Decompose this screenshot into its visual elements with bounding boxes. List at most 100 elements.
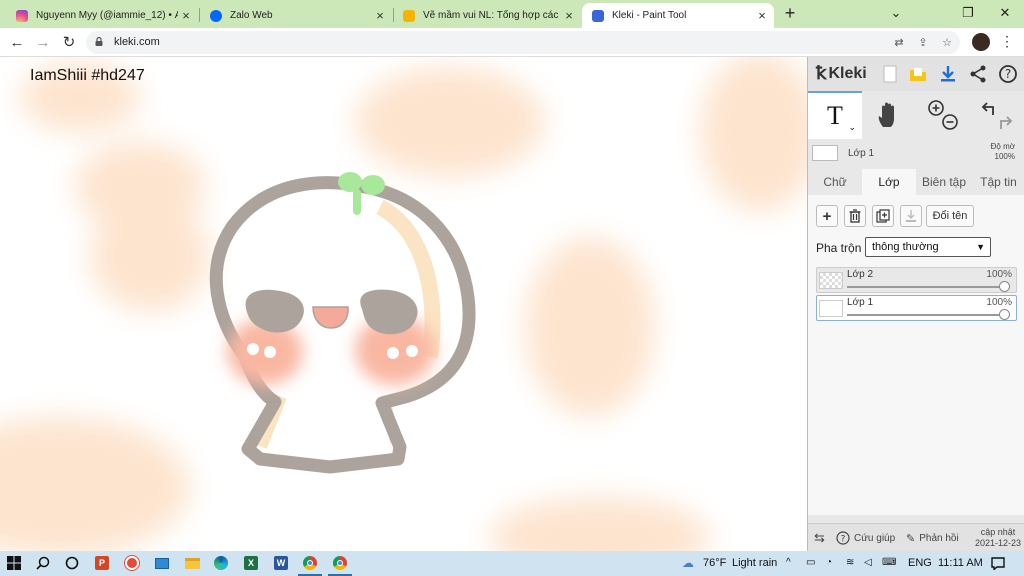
tab-layers[interactable]: Lớp (862, 169, 916, 195)
browser-tab-kleki[interactable]: Kleki - Paint Tool × (582, 3, 774, 28)
layer-name: Lớp 1 (847, 297, 874, 308)
profile-avatar[interactable] (972, 33, 990, 51)
browser-tab-zalo[interactable]: Zalo Web × (200, 3, 392, 28)
wifi-icon[interactable]: ≋ (846, 557, 854, 568)
translate-icon[interactable]: ⇄ (892, 36, 906, 50)
help-icon[interactable]: ? (998, 64, 1018, 84)
add-layer-button[interactable]: + (816, 205, 838, 227)
bookmark-star-icon[interactable]: ☆ (940, 36, 954, 50)
powerpoint-icon[interactable]: P (94, 555, 110, 571)
layer-item-2[interactable]: Lớp 2 100% (816, 267, 1017, 293)
windows-start-icon[interactable] (6, 555, 22, 571)
chevron-up-icon[interactable]: ^ (786, 557, 791, 568)
browser-tab-instagram[interactable]: Nguyenn Myy (@iammie_12) • Ả × (6, 3, 198, 28)
browser-menu-icon[interactable]: ⋮ (1000, 33, 1014, 50)
blob (525, 237, 655, 417)
update-date: 2021-12-23 (974, 538, 1021, 548)
address-bar[interactable]: kleki.com ⇄ ⇪ ☆ (86, 31, 960, 54)
chrome-icon[interactable] (302, 555, 318, 571)
clock-time[interactable]: 11:11 AM (938, 557, 983, 569)
restore-button[interactable]: ❐ (949, 0, 987, 28)
zoom-tool[interactable] (916, 91, 970, 139)
layer-opacity-slider[interactable] (847, 286, 1007, 288)
svg-text:?: ? (1005, 67, 1011, 81)
svg-text:?: ? (841, 535, 846, 545)
plus-icon: + (822, 207, 832, 225)
new-image-icon[interactable] (880, 64, 900, 84)
minimize-button[interactable]: ⌄ (877, 0, 915, 28)
slider-handle[interactable] (999, 309, 1010, 320)
undo-redo-tool[interactable] (970, 91, 1024, 139)
version-info[interactable]: cập nhật 2021-12-23 (975, 527, 1021, 549)
slider-handle[interactable] (999, 281, 1010, 292)
word-icon[interactable]: W (273, 555, 289, 571)
file-explorer-icon[interactable] (184, 555, 200, 571)
character (209, 172, 476, 474)
tab-title: Vẽ mầm vui NL: Tổng hợp các tra (423, 10, 561, 21)
undo-redo-icon (981, 102, 1013, 129)
text-tool[interactable]: T ⌄ (808, 91, 862, 139)
chrome-profile-icon[interactable] (332, 555, 348, 571)
layer-opacity-slider[interactable] (847, 314, 1007, 316)
duplicate-layer-button[interactable] (872, 205, 894, 227)
back-arrow-icon[interactable]: ← (6, 32, 28, 54)
weather-temperature[interactable]: 76°F (703, 557, 726, 569)
close-tab-icon[interactable]: × (178, 8, 194, 23)
layers-tab-body: + Đổi tên Pha trộn thông thường ▼ Lớp 2 … (808, 195, 1024, 515)
hand-icon (878, 102, 894, 127)
chevron-down-icon[interactable]: ⌄ (848, 122, 856, 133)
tab-text[interactable]: Chữ (808, 169, 862, 195)
blob (355, 67, 545, 177)
close-tab-icon[interactable]: × (754, 8, 770, 23)
current-layer-preview[interactable]: Lớp 1 Độ mờ 100% (808, 141, 1024, 167)
forward-arrow-icon[interactable]: → (32, 32, 54, 54)
hoc247-favicon-icon (403, 9, 415, 22)
zoom-in-out-icon (928, 100, 958, 130)
close-tab-icon[interactable]: × (372, 8, 388, 23)
drawing-canvas[interactable]: IamShiii #hd247 (0, 57, 807, 551)
delete-layer-button[interactable] (844, 205, 866, 227)
layer-opacity: 100% (986, 297, 1012, 308)
share-icon[interactable]: ⇪ (916, 36, 930, 50)
app-icon[interactable] (124, 555, 140, 571)
share-icon[interactable] (968, 64, 988, 84)
blend-mode-select[interactable]: thông thường ▼ (865, 237, 991, 257)
layer-thumbnail (819, 272, 843, 289)
browser-tab-hoc247[interactable]: Vẽ mầm vui NL: Tổng hợp các tra × (393, 3, 581, 28)
layer-item-1[interactable]: Lớp 1 100% (816, 295, 1017, 321)
zalo-favicon-icon (210, 9, 222, 22)
battery-icon[interactable]: ▭ (806, 557, 815, 568)
tab-file[interactable]: Tập tin (972, 169, 1024, 195)
network-icon[interactable]: ◔ (826, 557, 832, 568)
hand-tool[interactable] (862, 91, 916, 139)
input-language[interactable]: ENG (908, 557, 932, 569)
rename-layer-button[interactable]: Đổi tên (926, 205, 974, 227)
help-link[interactable]: ? Cứu giúp (836, 524, 895, 552)
feedback-link[interactable]: ✎ Phản hồi (906, 524, 959, 552)
notification-icon[interactable] (990, 555, 1006, 571)
tab-edit[interactable]: Biên tập (916, 169, 972, 195)
reload-icon[interactable]: ↻ (58, 32, 80, 54)
speaker-icon[interactable]: ◁ (864, 557, 872, 568)
open-folder-icon[interactable] (908, 64, 928, 84)
panel-footer: ⇆ ? Cứu giúp ✎ Phản hồi cập nhật 2021-12… (808, 523, 1024, 551)
keyboard-icon[interactable]: ⌨ (882, 557, 896, 568)
blend-mode-value: thông thường (872, 241, 939, 253)
close-tab-icon[interactable]: × (561, 8, 577, 23)
tab-title: Kleki - Paint Tool (612, 10, 687, 21)
search-icon[interactable] (35, 555, 51, 571)
current-layer-name: Lớp 1 (848, 148, 875, 159)
merge-layer-button[interactable] (900, 205, 922, 227)
swap-side-icon[interactable]: ⇆ (814, 524, 825, 552)
opacity-value: 100% (994, 152, 1015, 161)
task-view-icon[interactable] (64, 555, 80, 571)
computer-icon[interactable] (154, 555, 170, 571)
download-icon[interactable] (938, 64, 958, 84)
edge-icon[interactable] (213, 555, 229, 571)
close-window-button[interactable]: ✕ (986, 0, 1024, 28)
new-tab-button[interactable]: + (780, 3, 800, 23)
weather-description[interactable]: Light rain (732, 557, 777, 569)
blob (0, 417, 190, 551)
excel-icon[interactable]: X (243, 555, 259, 571)
weather-rain-icon[interactable]: ☁ (680, 555, 696, 571)
